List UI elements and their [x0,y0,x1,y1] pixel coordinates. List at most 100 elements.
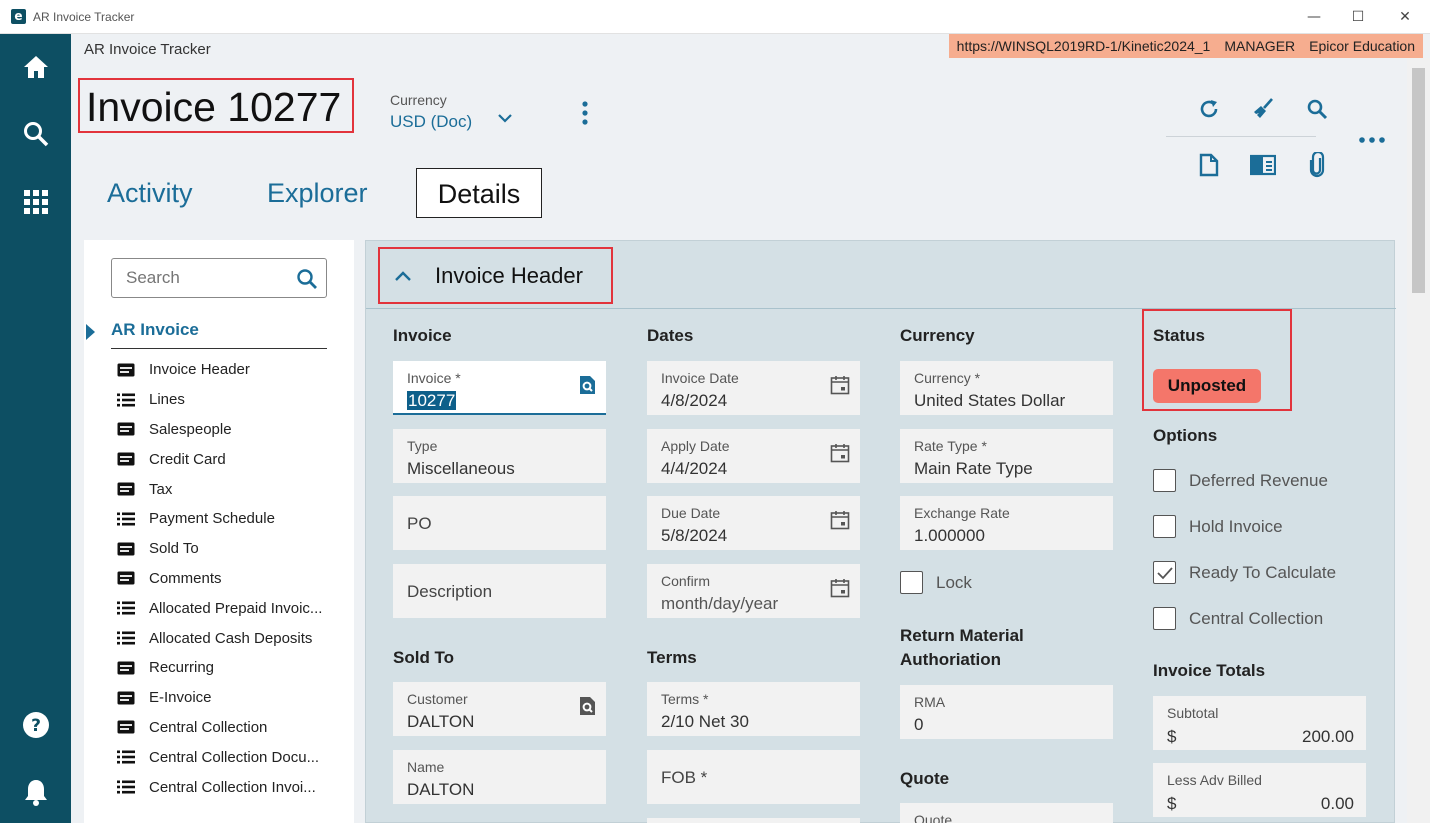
tree-search-box[interactable] [111,258,327,298]
options-section-heading: Options [1153,426,1218,445]
help-icon[interactable]: ? [21,710,51,740]
customer-label: Customer [407,691,468,707]
currency-field[interactable]: Currency * United States Dollar [900,361,1113,415]
terms-extra-field[interactable] [647,818,860,823]
tree-item[interactable]: Tax [117,474,322,504]
apps-grid-icon[interactable] [21,187,51,217]
due-date-field[interactable]: Due Date 5/8/2024 [647,496,860,550]
less-adv-billed-amount: 0.00 [1320,794,1354,813]
calendar-icon[interactable] [830,578,850,603]
window-title: AR Invoice Tracker [33,10,135,24]
chevron-up-icon[interactable] [394,269,412,288]
invoice-date-field[interactable]: Invoice Date 4/8/2024 [647,361,860,415]
description-field[interactable]: Description [393,564,606,618]
vertical-scrollbar[interactable] [1407,58,1430,823]
tree-item[interactable]: Credit Card [117,444,322,474]
ready-to-calculate-label: Ready To Calculate [1189,562,1337,582]
option-central-collection[interactable]: Central Collection [1153,607,1323,630]
customer-name-field[interactable]: Name DALTON [393,750,606,804]
close-button[interactable]: ✕ [1393,5,1417,29]
minimize-button[interactable]: — [1302,5,1326,29]
calendar-icon[interactable] [830,510,850,535]
caret-right-icon[interactable] [86,324,95,340]
more-icon[interactable] [1358,130,1386,150]
less-adv-billed-label: Less Adv Billed [1167,772,1262,788]
deferred-revenue-checkbox[interactable] [1153,469,1176,492]
option-hold-invoice[interactable]: Hold Invoice [1153,515,1283,538]
lookup-icon[interactable] [578,375,596,400]
tab-details[interactable]: Details [416,168,542,218]
rate-type-field[interactable]: Rate Type * Main Rate Type [900,429,1113,483]
option-deferred-revenue[interactable]: Deferred Revenue [1153,469,1328,492]
refresh-icon[interactable] [1195,95,1223,123]
ready-to-calculate-checkbox[interactable] [1153,561,1176,584]
tree-item[interactable]: Lines [117,385,322,415]
exchange-rate-field[interactable]: Exchange Rate 1.000000 [900,496,1113,550]
clear-icon[interactable] [1249,95,1277,123]
search-icon[interactable] [21,119,51,149]
fob-placeholder: FOB * [661,768,708,787]
search-icon[interactable] [296,268,318,295]
less-adv-billed-field: Less Adv Billed $ 0.00 [1153,763,1366,817]
invoice-section-heading: Invoice [393,326,452,345]
scrollbar-thumb[interactable] [1412,68,1425,293]
tree-item[interactable]: Invoice Header [117,355,322,385]
central-collection-label: Central Collection [1189,608,1324,628]
new-page-icon[interactable] [1195,151,1223,179]
tree-item[interactable]: Comments [117,564,322,594]
tree-item[interactable]: Sold To [117,534,322,564]
invoice-number-field[interactable]: Invoice * 10277 [393,361,606,415]
tree-item[interactable]: Salespeople [117,415,322,445]
confirm-date-field[interactable]: Confirm month/day/year [647,564,860,618]
option-ready-to-calculate[interactable]: Ready To Calculate [1153,561,1336,584]
attachment-icon[interactable] [1303,151,1331,179]
tree-item[interactable]: Allocated Cash Deposits [117,623,322,653]
invoice-type-field[interactable]: Type Miscellaneous [393,429,606,483]
rma-field[interactable]: RMA 0 [900,685,1113,739]
calendar-icon[interactable] [830,443,850,468]
list-icon [117,512,135,526]
lock-checkbox[interactable] [900,571,923,594]
tree-item[interactable]: Central Collection Invoi... [117,772,322,802]
fob-field[interactable]: FOB * [647,750,860,804]
maximize-button[interactable]: ☐ [1346,5,1370,29]
invoice-totals-heading: Invoice Totals [1153,661,1266,680]
tree-item-label: Central Collection [149,718,268,736]
vertical-more-icon[interactable] [575,100,595,126]
status-section-heading: Status [1153,326,1205,345]
search-icon[interactable] [1303,95,1331,123]
tree-item-label: E-Invoice [149,689,212,707]
tree-item-label: Lines [149,391,185,409]
currency-section-heading: Currency [900,326,975,345]
confirm-date-value: month/day/year [661,594,779,613]
quote-field[interactable]: Quote [900,803,1113,823]
apply-date-field[interactable]: Apply Date 4/4/2024 [647,429,860,483]
hold-invoice-checkbox[interactable] [1153,515,1176,538]
po-field[interactable]: PO [393,496,606,550]
home-icon[interactable] [21,52,51,82]
tree-item[interactable]: Recurring [117,653,322,683]
tree-root-ar-invoice[interactable]: AR Invoice [111,320,327,349]
central-collection-checkbox[interactable] [1153,607,1176,630]
tree-item[interactable]: Allocated Prepaid Invoic... [117,593,322,623]
currency-selector-value[interactable]: USD (Doc) [390,112,472,132]
terms-field[interactable]: Terms * 2/10 Net 30 [647,682,860,736]
dates-section-heading: Dates [647,326,694,345]
tree-search-input[interactable] [126,268,286,288]
chevron-down-icon[interactable] [495,108,515,128]
rma-value: 0 [914,715,924,734]
nav-rail: ? [0,34,71,823]
tree-item[interactable]: Central Collection [117,713,322,743]
lock-checkbox-row[interactable]: Lock [900,571,972,594]
tree-item[interactable]: Payment Schedule [117,504,322,534]
card-icon [117,482,135,496]
tree-item[interactable]: Central Collection Docu... [117,742,322,772]
tab-explorer[interactable]: Explorer [267,168,387,218]
tree-item[interactable]: E-Invoice [117,683,322,713]
calendar-icon[interactable] [830,375,850,400]
tab-activity[interactable]: Activity [107,168,217,218]
customer-field[interactable]: Customer DALTON [393,682,606,736]
lookup-icon[interactable] [578,696,596,721]
notifications-bell-icon[interactable] [21,777,51,807]
layout-panel-icon[interactable] [1249,151,1277,179]
